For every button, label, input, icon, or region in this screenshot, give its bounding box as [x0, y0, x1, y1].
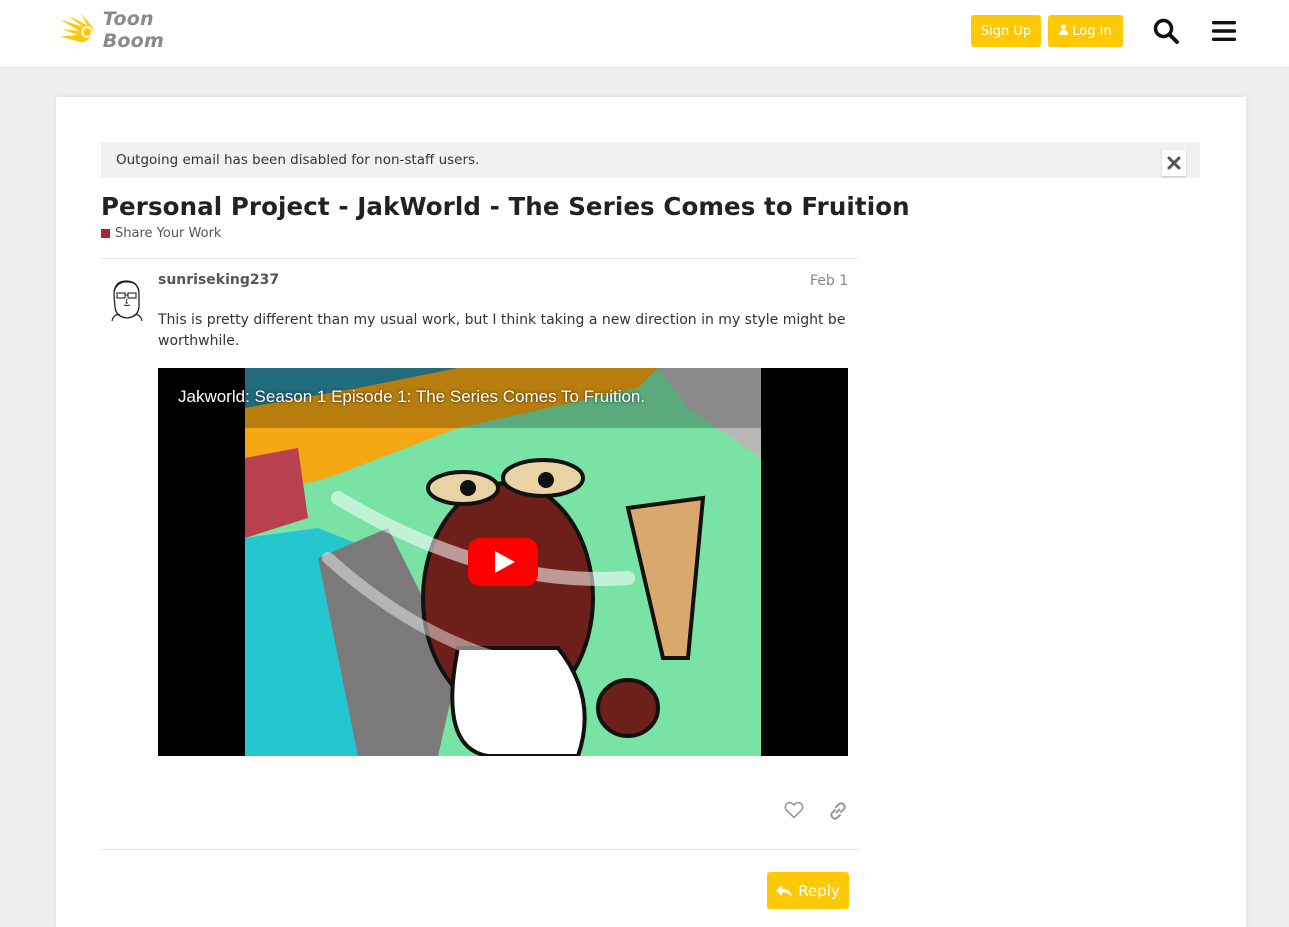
toon-boom-logo-icon	[59, 13, 94, 43]
site-header: Toon Boom Sign Up Log In	[0, 0, 1289, 67]
video-title[interactable]: Jakworld: Season 1 Episode 1: The Series…	[178, 387, 645, 407]
topic-card: Outgoing email has been disabled for non…	[56, 97, 1246, 927]
user-icon	[1059, 23, 1069, 39]
reply-icon	[776, 884, 793, 897]
banner-close-button[interactable]	[1162, 150, 1186, 176]
site-logo[interactable]: Toon Boom	[58, 8, 218, 52]
post-username[interactable]: sunriseking237	[158, 272, 279, 288]
close-icon	[1167, 156, 1181, 170]
hamburger-icon	[1212, 21, 1236, 41]
link-icon	[830, 802, 846, 820]
divider	[101, 849, 858, 850]
category-badge[interactable]: Share Your Work	[101, 226, 221, 241]
post-body-text: This is pretty different than my usual w…	[158, 312, 846, 349]
banner-text: Outgoing email has been disabled for non…	[116, 152, 480, 168]
category-color-swatch	[101, 229, 110, 238]
category-label: Share Your Work	[115, 226, 222, 241]
divider	[101, 258, 858, 259]
user-avatar-icon	[111, 280, 143, 322]
topic-title[interactable]: Personal Project - JakWorld - The Series…	[101, 192, 910, 221]
log-in-label: Log In	[1072, 23, 1112, 39]
reply-button[interactable]: Reply	[767, 872, 849, 909]
global-notice-banner: Outgoing email has been disabled for non…	[101, 142, 1200, 178]
log-in-button[interactable]: Log In	[1048, 15, 1123, 47]
logo-text: Toon Boom	[102, 8, 164, 52]
search-icon	[1153, 18, 1179, 44]
like-button[interactable]	[784, 801, 808, 823]
search-button[interactable]	[1150, 15, 1182, 47]
video-play-button[interactable]	[468, 538, 538, 586]
avatar[interactable]	[108, 277, 146, 322]
post-date[interactable]: Feb 1	[810, 273, 848, 289]
sign-up-button[interactable]: Sign Up	[971, 15, 1041, 47]
play-icon	[468, 538, 538, 586]
youtube-video-embed[interactable]: Jakworld: Season 1 Episode 1: The Series…	[158, 368, 848, 756]
share-link-button[interactable]	[828, 801, 852, 823]
heart-icon	[784, 801, 804, 819]
hamburger-menu-button[interactable]	[1208, 15, 1240, 47]
reply-label: Reply	[798, 881, 840, 900]
